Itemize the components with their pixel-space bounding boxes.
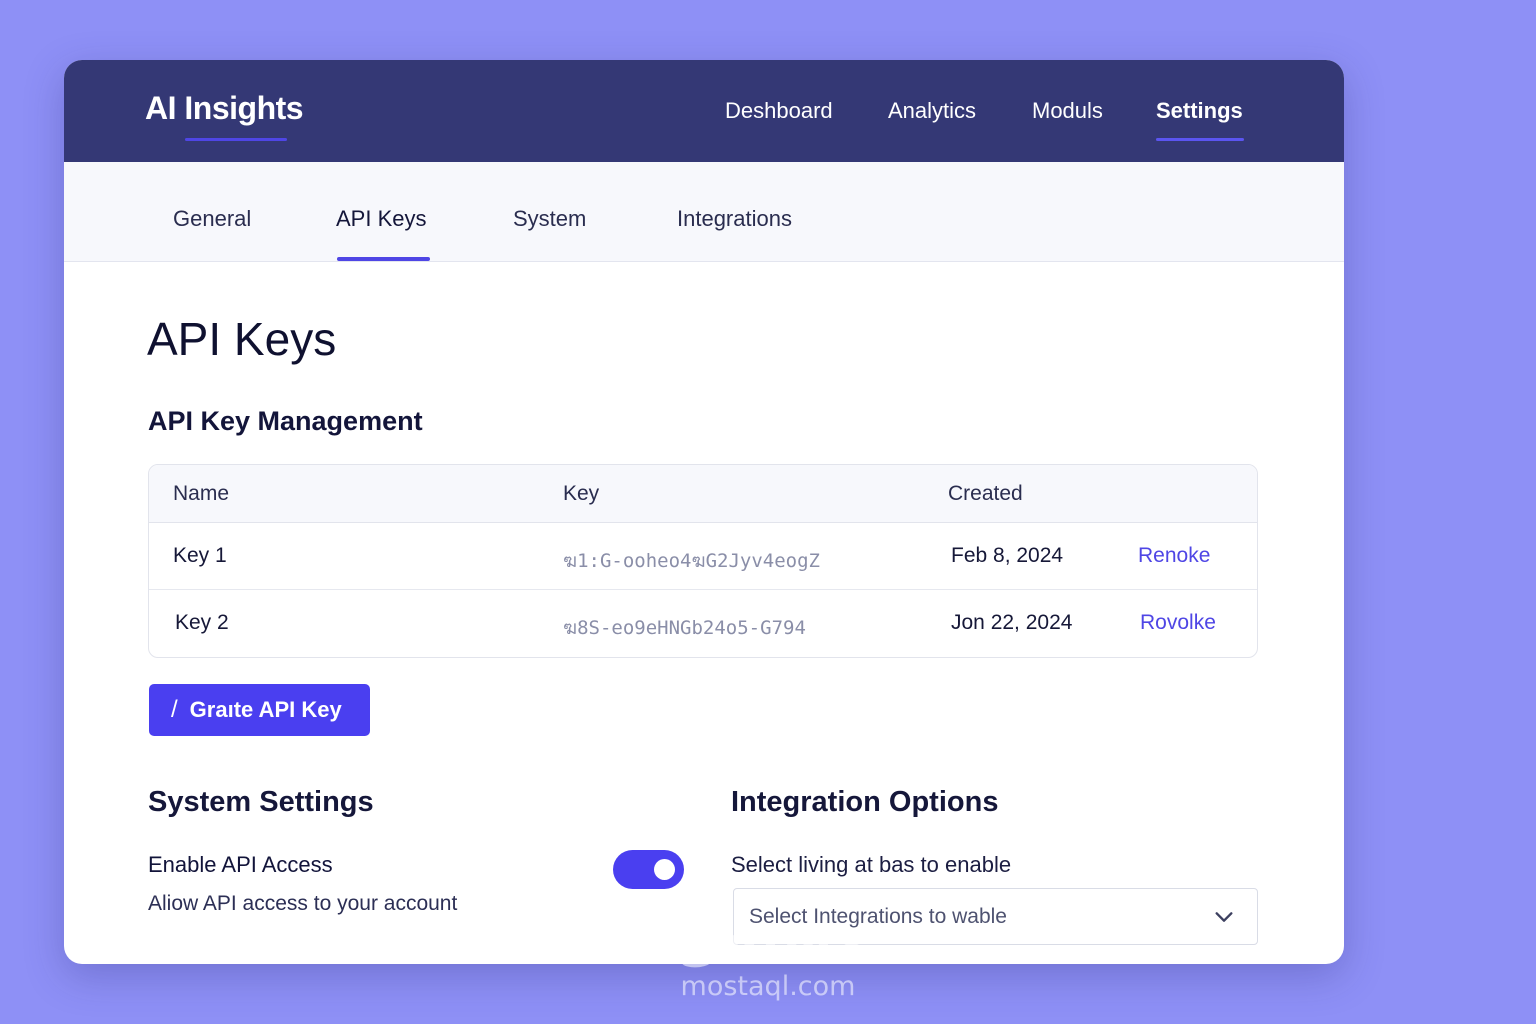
create-api-key-label: Graıte API Key: [189, 697, 342, 722]
toggle-knob: [654, 859, 675, 880]
tab-general[interactable]: General: [173, 206, 251, 232]
tab-api-keys[interactable]: API Keys: [336, 206, 426, 232]
integration-title-bold: Integration: [731, 786, 881, 818]
watermark: مستقل mostaql.com: [676, 912, 867, 1002]
system-settings-title: System Settings: [148, 786, 374, 818]
watermark-arabic: مستقل: [676, 912, 867, 972]
enable-api-access-toggle[interactable]: [613, 850, 684, 889]
nav-dashboard[interactable]: Deshboard: [725, 98, 833, 124]
table-header: Name Key Created: [149, 465, 1257, 523]
chevron-down-icon: [1215, 912, 1233, 922]
key-value: ฆ8S-eo9eHNGb24o5-G794: [563, 617, 806, 639]
table-row: Key 1 ฆ1:G-oohеo4ฆG2Jyv4еogZ Feb 8, 2024…: [149, 523, 1257, 590]
table-row: Key 2 ฆ8S-eo9eHNGb24o5-G794 Jon 22, 2024…: [149, 590, 1257, 657]
nav-active-indicator: [1156, 138, 1244, 141]
tab-active-indicator: [337, 257, 430, 261]
column-header-key: Key: [563, 482, 600, 505]
page-title: API Keys: [147, 313, 337, 365]
slash-icon: /: [171, 696, 178, 723]
integration-select-label: Select living at bas to enable: [731, 852, 1012, 877]
column-header-created: Created: [948, 482, 1023, 505]
logo-underline: [185, 138, 287, 141]
key-created-date: Jon 22, 2024: [951, 611, 1073, 634]
settings-window: AI Insights Deshboard Analytics Moduls S…: [64, 60, 1344, 964]
app-logo[interactable]: AI Insights: [145, 90, 304, 127]
key-name: Key 2: [175, 611, 229, 634]
create-api-key-button[interactable]: / Graıte API Key: [149, 684, 370, 736]
enable-api-access-label: Enable API Access: [148, 852, 333, 877]
enable-api-access-description: Aliow API access to your account: [148, 892, 458, 915]
nav-modules[interactable]: Moduls: [1032, 98, 1103, 124]
key-value: ฆ1:G-oohеo4ฆG2Jyv4еogZ: [563, 550, 820, 572]
column-header-name: Name: [173, 482, 230, 505]
integration-options-title: Integration Options: [731, 786, 998, 819]
key-name: Key 1: [173, 544, 227, 567]
nav-analytics[interactable]: Analytics: [888, 98, 976, 124]
top-navbar: AI Insights Deshboard Analytics Moduls S…: [64, 60, 1344, 162]
api-keys-table: Name Key Created Key 1 ฆ1:G-oohеo4ฆG2Jyv…: [148, 464, 1258, 658]
key-created-date: Feb 8, 2024: [951, 544, 1064, 567]
tab-system[interactable]: System: [513, 206, 586, 232]
revoke-link[interactable]: Renoke: [1138, 544, 1210, 568]
settings-tabs: General API Keys System Integrations: [64, 162, 1344, 262]
tab-integrations[interactable]: Integrations: [677, 206, 792, 232]
integration-title-rest: Options: [880, 786, 999, 818]
watermark-latin: mostaql.com: [680, 971, 856, 1002]
revoke-link[interactable]: Rovolke: [1140, 611, 1216, 635]
section-title: API Key Management: [148, 406, 423, 436]
nav-settings[interactable]: Settings: [1156, 98, 1243, 124]
